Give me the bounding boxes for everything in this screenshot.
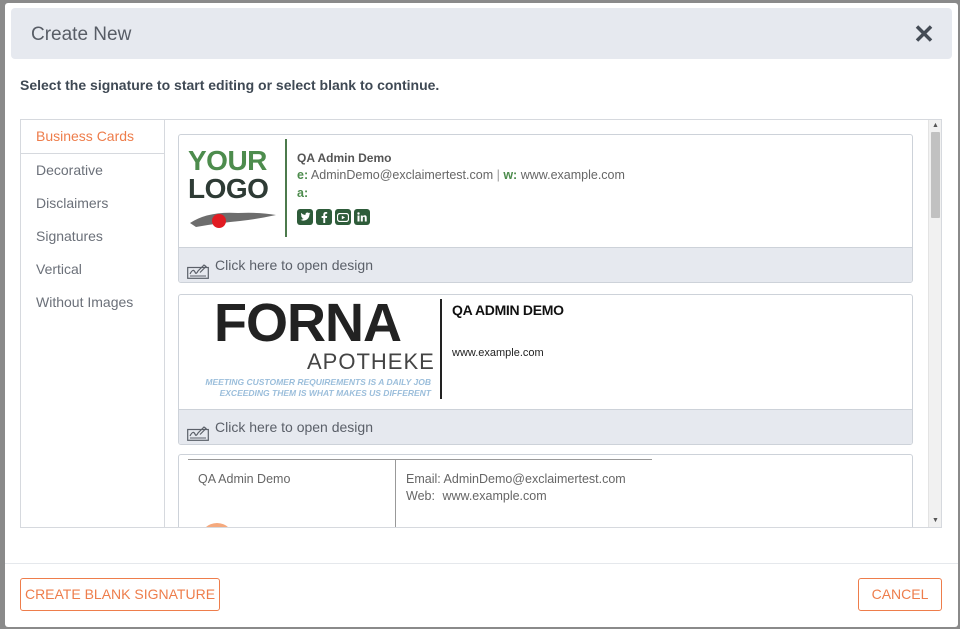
logo-brush-icon	[190, 212, 276, 228]
logo-text-your: YOUR	[188, 145, 267, 176]
card3-web: www.example.com	[442, 489, 547, 503]
tagline-line-2: EXCEEDING THEM IS WHAT MAKES US DIFFEREN…	[219, 388, 431, 398]
modal-header: Create New ✕	[11, 8, 952, 59]
template-card-1[interactable]: YOUR LOGO QA Admin Demo e: AdminDemo@exc…	[178, 134, 913, 283]
template-list: YOUR LOGO QA Admin Demo e: AdminDemo@exc…	[165, 120, 929, 527]
close-icon: ✕	[913, 19, 935, 49]
card1-separator: |	[496, 168, 500, 182]
your-logo-image: YOUR LOGO	[188, 147, 278, 234]
apotheke-logo-text: APOTHEKE	[307, 349, 435, 374]
card1-contact-line: e: AdminDemo@exclaimertest.com | w: www.…	[297, 168, 625, 182]
create-new-modal: Create New ✕ Select the signature to sta…	[5, 3, 958, 627]
signature-icon	[187, 257, 209, 282]
tagline-line-1: MEETING CUSTOMER REQUIREMENTS IS A DAILY…	[205, 377, 431, 387]
instructions-text: Select the signature to start editing or…	[20, 77, 440, 93]
modal-footer: CREATE BLANK SIGNATURE CANCEL	[5, 563, 958, 627]
close-button[interactable]: ✕	[910, 20, 938, 48]
card3-top-rule	[188, 459, 652, 460]
card1-email: AdminDemo@exclaimertest.com	[310, 168, 494, 182]
open-design-label: Click here to open design	[215, 419, 373, 435]
open-design-link[interactable]: Click here to open design	[179, 247, 912, 282]
open-design-label: Click here to open design	[215, 257, 373, 273]
scroll-up-arrow-icon[interactable]: ▲	[929, 120, 941, 132]
card1-divider	[285, 139, 287, 237]
card2-divider	[440, 299, 442, 399]
avatar-image	[200, 523, 234, 527]
sidebar-item-disclaimers[interactable]: Disclaimers	[21, 187, 164, 220]
card2-name: QA ADMIN DEMO	[452, 302, 564, 318]
card1-web: www.example.com	[520, 168, 625, 182]
address-prefix: a:	[297, 186, 309, 200]
scroll-down-arrow-icon[interactable]: ▼	[929, 515, 941, 527]
card3-name: QA Admin Demo	[198, 472, 291, 486]
card1-address-line: a:	[297, 186, 308, 200]
sidebar-item-vertical[interactable]: Vertical	[21, 253, 164, 286]
twitter-icon	[297, 209, 313, 225]
template-card-2[interactable]: FORNA APOTHEKE MEETING CUSTOMER REQUIREM…	[178, 294, 913, 445]
card3-email-label: Email:	[406, 472, 441, 486]
sidebar-item-signatures[interactable]: Signatures	[21, 220, 164, 253]
card3-divider	[395, 459, 396, 527]
youtube-icon	[335, 209, 351, 225]
open-design-link[interactable]: Click here to open design	[179, 409, 912, 444]
scrollbar[interactable]: ▲ ▼	[928, 120, 941, 527]
email-prefix: e:	[297, 168, 309, 182]
sidebar-item-without-images[interactable]: Without Images	[21, 286, 164, 319]
forna-logo-text: FORNA	[214, 294, 402, 353]
sidebar-item-decorative[interactable]: Decorative	[21, 154, 164, 187]
template-browser: Business Cards Decorative Disclaimers Si…	[20, 119, 942, 528]
create-blank-signature-button[interactable]: CREATE BLANK SIGNATURE	[20, 578, 220, 611]
card3-email: AdminDemo@exclaimertest.com	[443, 472, 626, 486]
card3-web-line: Web: www.example.com	[406, 489, 547, 503]
logo-text-logo: LOGO	[188, 173, 269, 204]
facebook-icon	[316, 209, 332, 225]
card3-email-line: Email: AdminDemo@exclaimertest.com	[406, 472, 626, 486]
signature-icon	[187, 419, 209, 444]
social-icons	[297, 209, 370, 225]
web-prefix: w:	[503, 168, 518, 182]
sidebar-item-business-cards[interactable]: Business Cards	[21, 120, 164, 154]
category-sidebar: Business Cards Decorative Disclaimers Si…	[21, 120, 165, 527]
scroll-thumb[interactable]	[931, 132, 940, 218]
modal-title: Create New	[31, 24, 132, 45]
linkedin-icon	[354, 209, 370, 225]
card3-web-label: Web:	[406, 489, 435, 503]
card1-name: QA Admin Demo	[297, 151, 392, 165]
template-card-3[interactable]: QA Admin Demo Email: AdminDemo@exclaimer…	[178, 454, 913, 527]
cancel-button[interactable]: CANCEL	[858, 578, 942, 611]
card2-web: www.example.com	[452, 347, 544, 359]
